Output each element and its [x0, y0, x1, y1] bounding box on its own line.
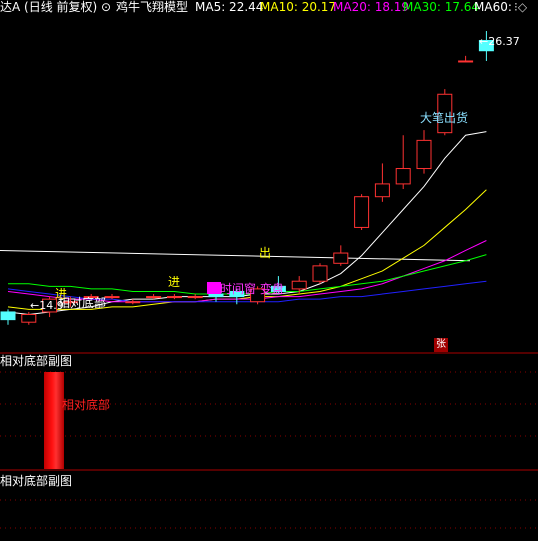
candle-body: [166, 296, 182, 299]
candle-body: [395, 168, 411, 185]
candle-body: [374, 183, 390, 198]
candle-body: [312, 265, 328, 282]
candle-body: [291, 280, 307, 290]
sub-panel-1-bar-label: 相对底部: [62, 398, 111, 412]
candle-body: [104, 296, 120, 299]
change-plate-label: 时间窗 变盘: [220, 282, 284, 296]
arrow-left-icon: ←: [479, 35, 489, 48]
relative-bottom-signal-bar: [44, 372, 64, 469]
candle-body: [21, 314, 37, 323]
upper-channel-line: [0, 249, 471, 262]
arrow-left-icon: ←: [30, 299, 40, 312]
exit-label: 出: [259, 246, 272, 260]
low-price-label: ←14.9: [30, 299, 64, 312]
candle-body: [125, 301, 141, 304]
big-pen-ship-label: 大笔出货: [420, 111, 469, 125]
relative-bottom-label: 相对底部: [58, 296, 107, 310]
stock-chart-window: 达A (日线 前复权) ⊙ 鸡牛飞翔模型 MA5: 22.44 MA10: 20…: [0, 0, 538, 541]
high-price-label: ←26.37: [479, 35, 520, 48]
candle-body: [458, 60, 474, 63]
zhang-badge[interactable]: 张: [434, 338, 448, 352]
candle-body: [0, 311, 16, 321]
candle-body: [354, 196, 370, 228]
time-window-marker: [207, 282, 221, 294]
candle-body: [146, 296, 162, 299]
sub-panel-1-title[interactable]: 相对底部副图: [0, 354, 72, 368]
sub-panel-2-title[interactable]: 相对底部副图: [0, 474, 72, 488]
candle-body: [333, 252, 349, 264]
main-chart: [0, 31, 538, 529]
candlesticks: [0, 31, 494, 325]
enter-label-2: 进: [168, 275, 181, 289]
candle-body: [187, 296, 203, 299]
candle-body: [416, 139, 432, 170]
